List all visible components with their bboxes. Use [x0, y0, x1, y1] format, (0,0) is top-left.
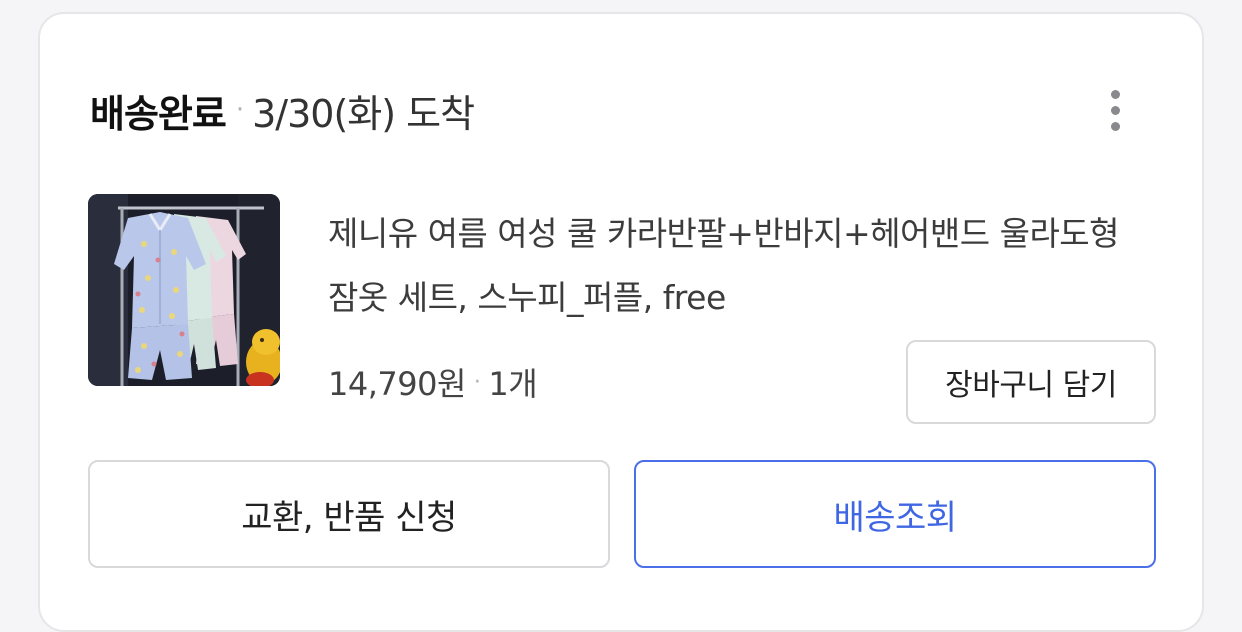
more-vertical-icon: [1110, 89, 1120, 99]
arrival-date: 3/30(화) 도착: [252, 91, 475, 136]
track-delivery-button[interactable]: 배송조회: [634, 460, 1156, 568]
product-thumbnail[interactable]: [88, 194, 280, 386]
order-header: 배송완료 · 3/30(화) 도착: [90, 80, 475, 140]
product-quantity: 1개: [488, 365, 538, 403]
order-card: 배송완료 · 3/30(화) 도착 제니유 여름 여성 쿨 카라반팔+반바지+헤…: [38, 12, 1204, 632]
more-vertical-icon-dot: [1110, 121, 1120, 131]
product-title[interactable]: 제니유 여름 여성 쿨 카라반팔+반바지+헤어밴드 울라도형 잠옷 세트, 스누…: [328, 202, 1148, 330]
more-vertical-icon-dot: [1110, 105, 1120, 115]
delivery-status: 배송완료: [90, 91, 227, 136]
more-options-button[interactable]: [1098, 80, 1132, 140]
price-separator: ·: [473, 369, 481, 395]
pajama-image: [88, 194, 280, 386]
return-exchange-button[interactable]: 교환, 반품 신청: [88, 460, 610, 568]
add-to-cart-button[interactable]: 장바구니 담기: [906, 340, 1156, 424]
header-separator: ·: [235, 95, 245, 125]
price-row: 14,790원 · 1개: [328, 352, 538, 412]
product-price: 14,790원: [328, 365, 466, 403]
